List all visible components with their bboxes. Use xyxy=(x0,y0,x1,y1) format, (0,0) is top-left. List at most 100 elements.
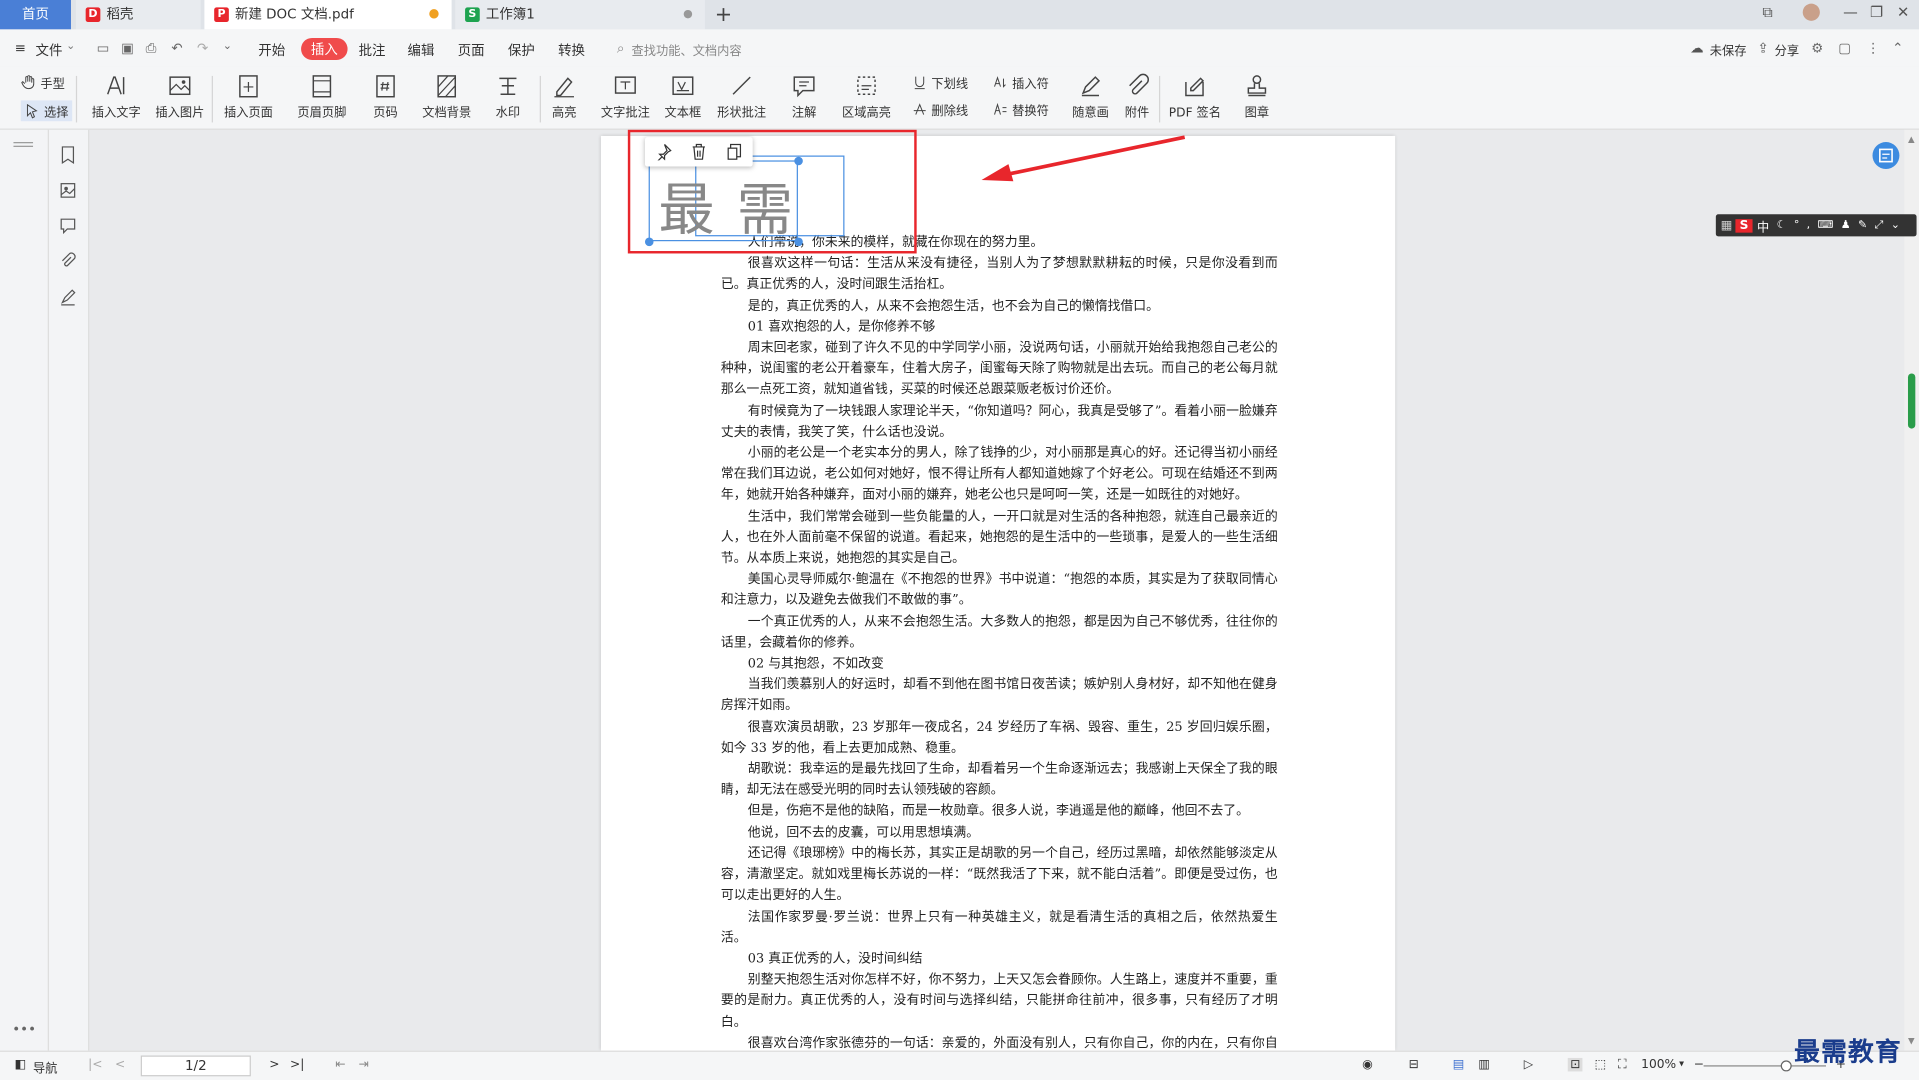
undo-icon[interactable]: ↶ xyxy=(171,40,182,56)
fit-page-icon[interactable]: ⬚ xyxy=(1595,1058,1607,1071)
doc-background-button[interactable]: 文档背景 xyxy=(422,72,471,120)
stamp-label: 图章 xyxy=(1244,106,1270,121)
note-button[interactable]: 注解 xyxy=(791,72,818,120)
paragraph: 胡歌说：我幸运的是最先找回了生命，却看着另一个生命逐渐远去；我感谢上天保全了我的… xyxy=(720,761,1278,798)
shape-annotation-button[interactable]: 形状批注 xyxy=(717,72,766,120)
highlight-button[interactable]: 高亮 xyxy=(551,72,578,120)
insert-symbol-button[interactable]: 插入符 xyxy=(993,73,1049,92)
search-input[interactable]: 查找功能、文档内容 xyxy=(632,40,742,58)
nav-button[interactable]: 导航 xyxy=(33,1058,57,1076)
play-icon[interactable]: ▷ xyxy=(1524,1058,1533,1071)
area-highlight-button[interactable]: 区域高亮 xyxy=(842,72,891,120)
settings-icon[interactable]: ⚙ xyxy=(1811,40,1823,56)
stamp-button[interactable]: 图章 xyxy=(1243,72,1270,120)
header-footer-button[interactable]: 页眉页脚 xyxy=(297,72,346,120)
add-page-icon xyxy=(239,75,258,98)
strikethrough-button[interactable]: 删除线 xyxy=(912,100,968,119)
close-window-icon[interactable]: ✕ xyxy=(1897,4,1909,21)
vertical-scrollbar[interactable] xyxy=(1904,129,1919,1051)
minimize-icon[interactable]: — xyxy=(1843,4,1858,21)
new-tab-button[interactable]: + xyxy=(715,2,732,26)
floating-assistant-button[interactable] xyxy=(1872,142,1900,169)
attachment-button[interactable]: 附件 xyxy=(1123,72,1150,120)
prev-page-icon[interactable]: < xyxy=(115,1058,125,1071)
thumbnail-icon[interactable] xyxy=(59,181,77,199)
insert-text-button[interactable]: 插入文字 xyxy=(92,72,141,120)
tab-pdf-document[interactable]: P 新建 DOC 文档.pdf ● xyxy=(204,0,452,30)
double-page-icon[interactable]: ▥ xyxy=(1478,1058,1490,1071)
replace-symbol-button[interactable]: 替换符 xyxy=(993,100,1049,119)
back-icon[interactable]: ⇤ xyxy=(335,1058,345,1071)
tab-workbook[interactable]: S 工作簿1 ● xyxy=(455,0,705,30)
ime-toolbar[interactable]: ▦ S 中 ☾°,⌨♟✎⤢⌄ xyxy=(1715,214,1917,237)
save-icon[interactable]: ▣ xyxy=(121,40,134,56)
comment-icon[interactable]: ▢ xyxy=(1838,40,1851,56)
menu-start[interactable]: 开始 xyxy=(258,40,285,60)
text-annotation-button[interactable]: 文字批注 xyxy=(601,72,650,120)
bookmark-icon[interactable] xyxy=(59,146,77,165)
avatar[interactable] xyxy=(1802,3,1820,21)
menu-annotate[interactable]: 批注 xyxy=(359,40,386,60)
share-button[interactable]: 分享 xyxy=(1775,40,1799,58)
menu-convert[interactable]: 转换 xyxy=(558,40,585,60)
note-icon xyxy=(793,76,815,98)
page-number-input[interactable]: 1/2 xyxy=(140,1055,251,1077)
comments-panel-icon[interactable] xyxy=(59,217,77,235)
menu-edit[interactable]: 编辑 xyxy=(408,40,435,60)
pdf-sign-button[interactable]: PDF 签名 xyxy=(1169,72,1221,120)
forward-icon[interactable]: ⇥ xyxy=(359,1058,369,1071)
select-tool[interactable]: 选择 xyxy=(20,100,73,122)
signature-panel-icon[interactable] xyxy=(59,288,77,306)
hand-tool[interactable]: 手型 xyxy=(21,73,65,92)
customize-chevron-icon[interactable]: ⌄ xyxy=(223,40,232,52)
insert-image-button[interactable]: 插入图片 xyxy=(155,72,204,120)
textbox-button[interactable]: 文本框 xyxy=(665,72,701,120)
scroll-down-icon[interactable]: ▼ xyxy=(1908,1036,1915,1046)
restore-icon[interactable]: ❐ xyxy=(1870,4,1883,21)
single-page-icon[interactable]: ▤ xyxy=(1453,1058,1465,1071)
ime-mode[interactable]: 中 xyxy=(1757,216,1769,234)
zoom-dropdown-icon[interactable]: ▾ xyxy=(1679,1058,1684,1069)
window-count-icon[interactable]: ⧉ xyxy=(1762,4,1772,22)
insert-page-button[interactable]: 插入页面 xyxy=(224,72,273,120)
last-page-icon[interactable]: >| xyxy=(290,1058,304,1071)
print-icon[interactable]: ⎙ xyxy=(146,40,157,57)
next-page-icon[interactable]: > xyxy=(269,1058,279,1071)
watermark-icon xyxy=(499,77,517,96)
chevron-down-icon[interactable]: ⌄ xyxy=(66,40,75,52)
freehand-button[interactable]: 随意画 xyxy=(1072,72,1109,120)
tab-close-icon[interactable]: ● xyxy=(683,0,693,29)
nav-panel-icon[interactable]: ◧ xyxy=(15,1058,27,1071)
pdf-sign-label: PDF 签名 xyxy=(1168,106,1222,121)
zoom-level[interactable]: 100% xyxy=(1641,1058,1676,1071)
redo-icon[interactable]: ↷ xyxy=(197,40,208,56)
crop-icon[interactable]: ⛶ xyxy=(1618,1058,1627,1071)
menu-insert[interactable]: 插入 xyxy=(301,37,348,61)
underline-button[interactable]: 下划线 xyxy=(912,73,968,92)
collapse-ribbon-icon[interactable]: ⌃ xyxy=(1892,40,1903,56)
tab-home[interactable]: 首页 xyxy=(0,0,71,30)
paragraph: 一个真正优秀的人，从来不会抱怨生活。大多数人的抱怨，都是因为自己不够优秀，往往你… xyxy=(720,614,1278,651)
ime-tool-icons[interactable]: ☾°,⌨♟✎⤢⌄ xyxy=(1777,219,1908,231)
paragraph: 他说，回不去的皮囊，可以用思想填满。 xyxy=(747,824,980,840)
watermark-button[interactable]: 水印 xyxy=(494,72,521,120)
actual-size-icon[interactable]: ⊡ xyxy=(1567,1057,1583,1072)
fit-width-icon[interactable]: ⊟ xyxy=(1409,1058,1419,1071)
zoom-out-icon[interactable]: − xyxy=(1694,1058,1704,1071)
tab-daoke[interactable]: D 稻壳 xyxy=(75,0,201,30)
first-page-icon[interactable]: |< xyxy=(88,1058,102,1071)
scrollbar-thumb[interactable] xyxy=(1907,373,1916,429)
eye-protect-icon[interactable]: ◉ xyxy=(1362,1058,1373,1071)
open-folder-icon[interactable]: ▭ xyxy=(97,40,110,56)
unsaved-status[interactable]: 未保存 xyxy=(1710,40,1747,58)
page-number-button[interactable]: 页码 xyxy=(372,72,399,120)
more-options-icon[interactable]: ••• xyxy=(12,1021,36,1037)
menu-protect[interactable]: 保护 xyxy=(508,40,535,60)
menu-page[interactable]: 页面 xyxy=(458,40,485,60)
zoom-slider-knob[interactable] xyxy=(1780,1060,1792,1072)
attachment-panel-icon[interactable] xyxy=(59,252,77,270)
scroll-up-icon[interactable]: ▲ xyxy=(1908,135,1915,145)
menu-file[interactable]: 文件 xyxy=(35,40,62,60)
more-icon[interactable]: ⋮ xyxy=(1866,40,1879,56)
hamburger-icon[interactable]: ≡ xyxy=(15,40,26,56)
